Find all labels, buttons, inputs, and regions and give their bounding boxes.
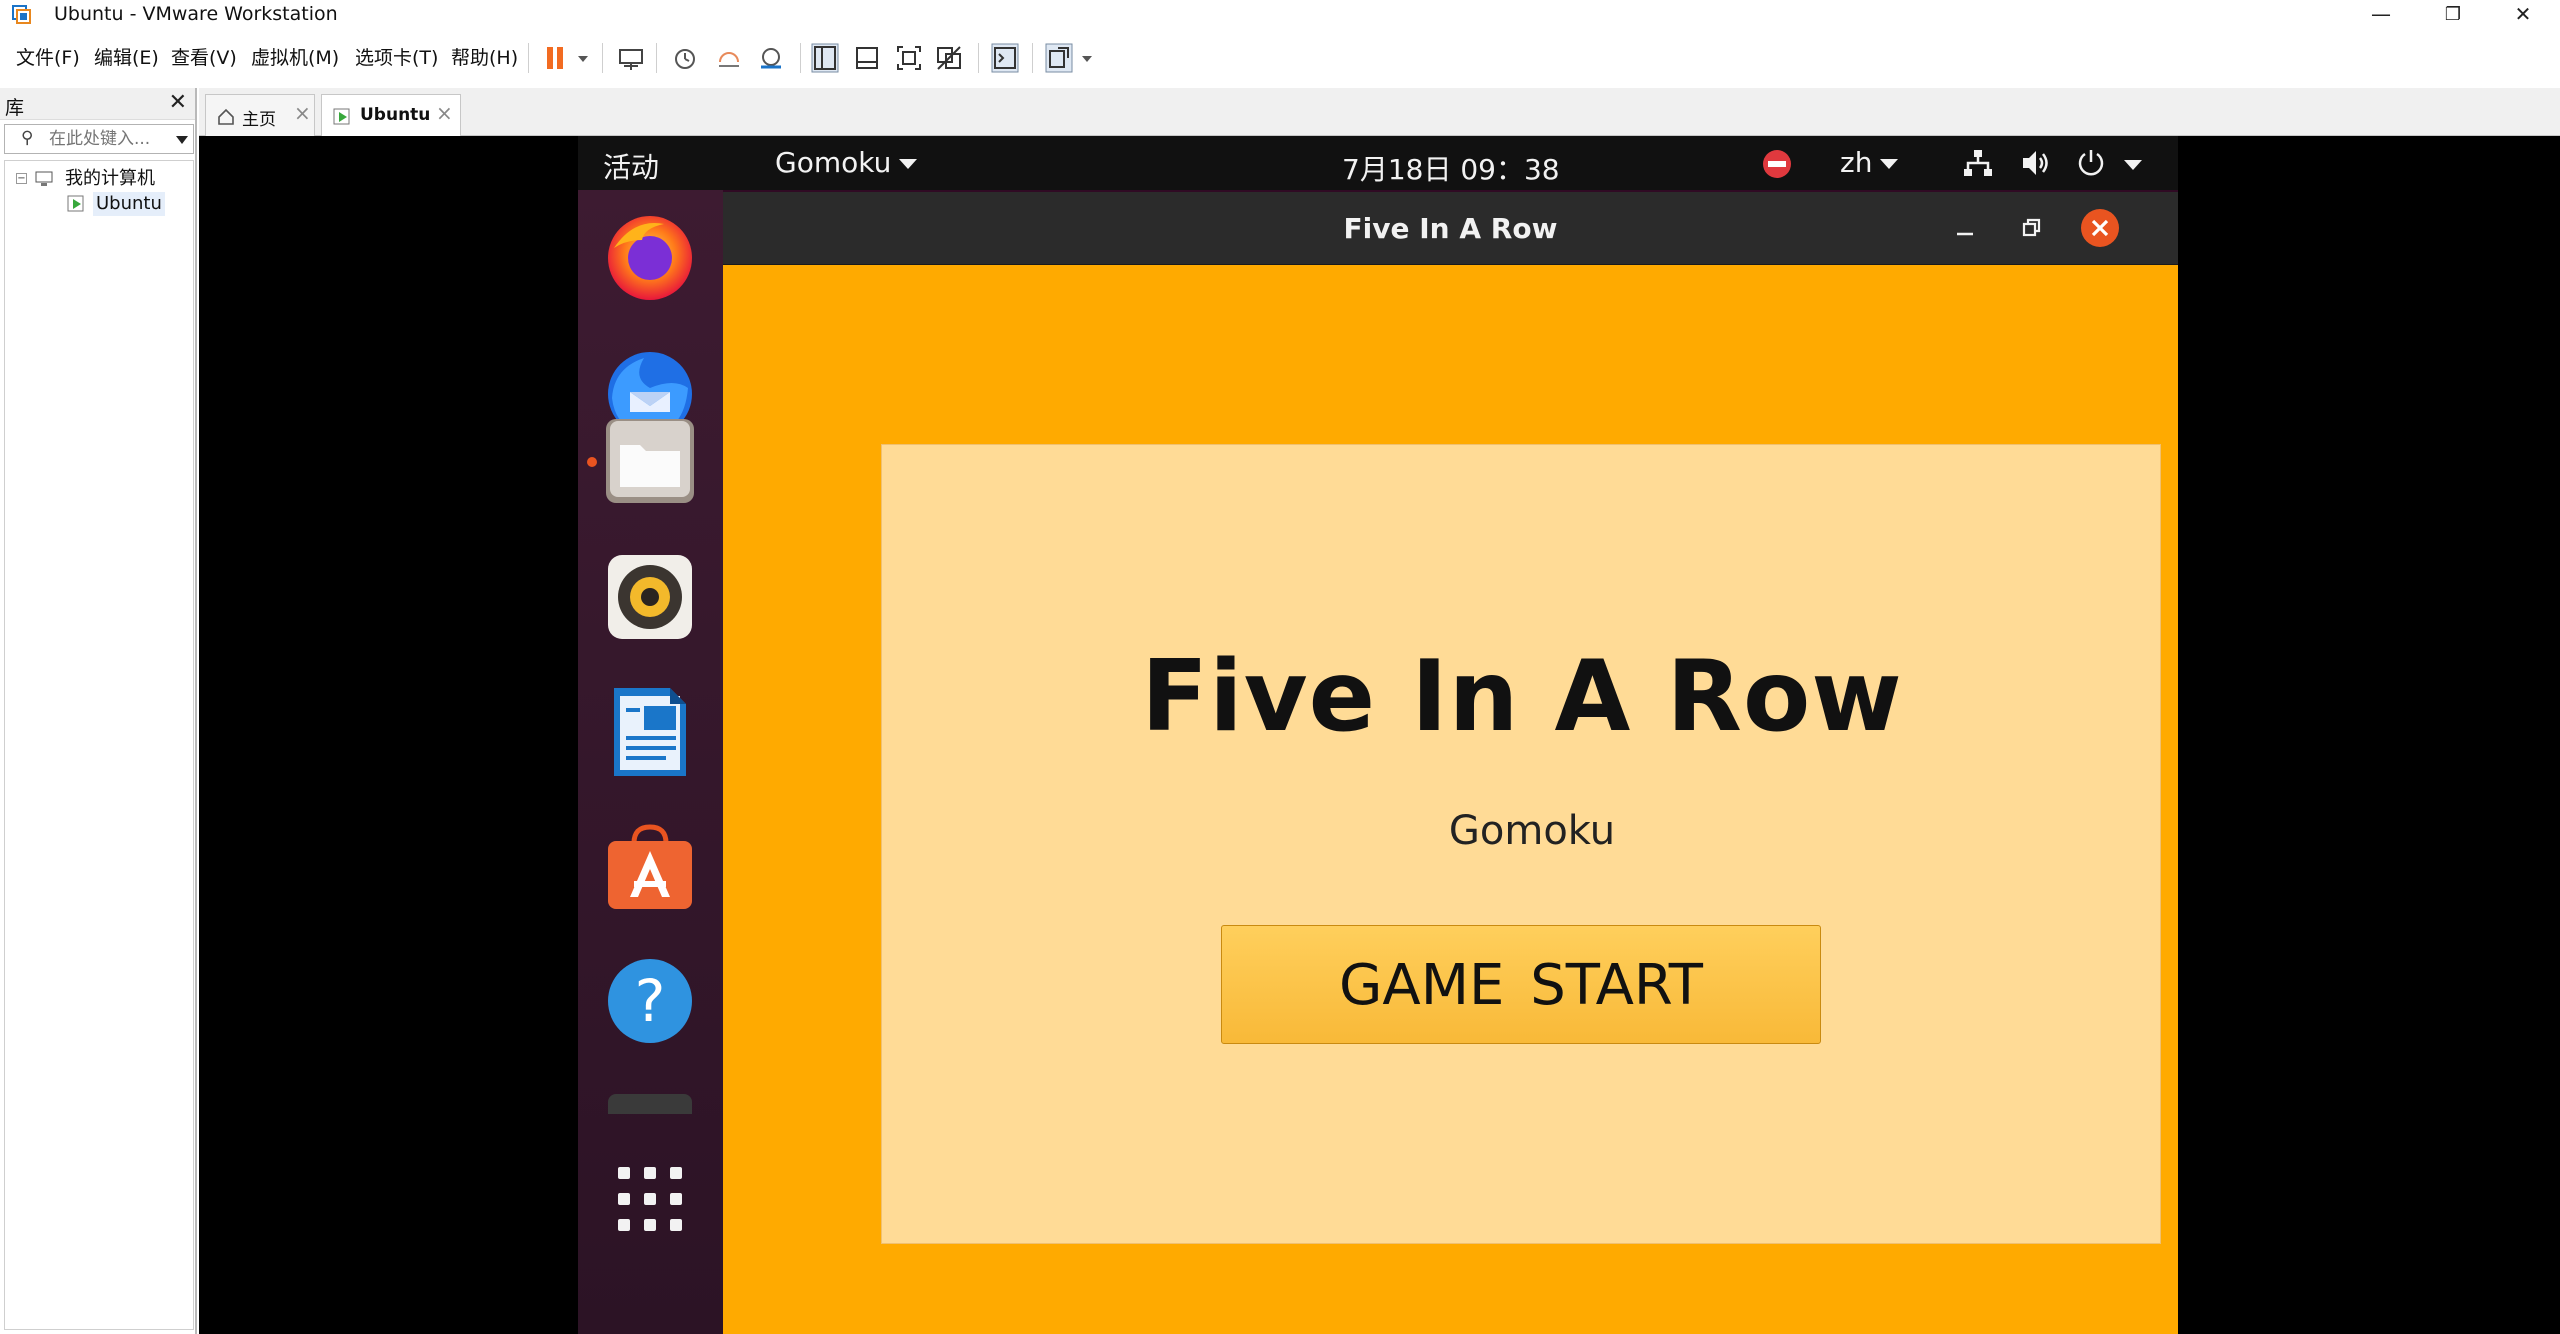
vm-running-icon xyxy=(333,108,350,125)
menu-edit[interactable]: 编辑(E) xyxy=(94,45,159,71)
show-library-icon[interactable] xyxy=(810,42,840,74)
ubuntu-dock: ? xyxy=(578,190,723,1334)
tree-item-ubuntu[interactable]: Ubuntu xyxy=(93,192,165,216)
library-close-button[interactable]: ✕ xyxy=(169,90,187,115)
pause-icon[interactable] xyxy=(542,42,572,74)
help-icon[interactable]: ? xyxy=(604,955,696,1047)
power-icon[interactable] xyxy=(2076,147,2106,177)
game-subtitle: Gomoku xyxy=(1448,808,1616,854)
console-view-icon[interactable] xyxy=(990,42,1020,74)
tree-expander[interactable]: − xyxy=(16,173,27,184)
game-window: Five In A Row Five In A Row Gomoku GAME … xyxy=(723,192,2178,1334)
unity-icon[interactable] xyxy=(934,42,964,74)
start-panel: Five In A Row Gomoku GAME START xyxy=(881,444,2161,1244)
tab-home-label: 主页 xyxy=(242,110,276,130)
minimize-button[interactable]: — xyxy=(2346,0,2416,29)
language-selector[interactable]: zh xyxy=(1840,146,1899,179)
tab-ubuntu-label: Ubuntu xyxy=(360,105,431,125)
pause-dropdown-arrow[interactable] xyxy=(578,56,588,62)
ubuntu-desktop[interactable]: 活动 Gomoku 7月18日 09：38 zh ? Five In A Row… xyxy=(578,136,2178,1334)
computer-icon xyxy=(35,171,53,186)
stretch-guest-icon[interactable] xyxy=(1044,42,1074,74)
tab-ubuntu-close-icon[interactable]: × xyxy=(436,101,453,125)
snapshot-manager-icon[interactable] xyxy=(756,42,786,74)
window-title: Ubuntu - VMware Workstation xyxy=(54,3,338,25)
toolbar-separator xyxy=(602,43,603,73)
vmware-app-icon xyxy=(12,5,31,24)
show-applications-icon[interactable] xyxy=(604,1153,696,1245)
toolbar-separator xyxy=(800,43,801,73)
toolbar-separator xyxy=(1032,43,1033,73)
ubuntu-software-icon[interactable] xyxy=(604,821,696,913)
network-wired-icon[interactable] xyxy=(1962,148,1994,178)
menu-view[interactable]: 查看(V) xyxy=(171,45,237,71)
revert-snapshot-icon[interactable] xyxy=(714,42,744,74)
home-icon xyxy=(218,108,234,125)
system-menu-caret-icon[interactable] xyxy=(2124,160,2142,170)
libreoffice-writer-icon[interactable] xyxy=(604,686,696,778)
tab-home-close-icon[interactable]: × xyxy=(294,101,311,125)
menu-help[interactable]: 帮助(H) xyxy=(451,45,518,71)
search-dropdown-arrow[interactable] xyxy=(176,136,188,144)
search-icon: ⚲ xyxy=(21,128,34,148)
app-menu-button[interactable]: Gomoku xyxy=(775,146,918,179)
game-heading: Five In A Row xyxy=(1141,640,1903,754)
menu-file[interactable]: 文件(F) xyxy=(16,45,80,71)
tab-ubuntu[interactable]: Ubuntu × xyxy=(321,94,461,137)
toolbar-separator xyxy=(978,43,979,73)
firefox-icon[interactable] xyxy=(604,210,696,302)
send-ctrl-alt-del-icon[interactable] xyxy=(616,42,646,74)
svg-text:?: ? xyxy=(635,967,666,1035)
terminal-icon[interactable] xyxy=(604,1090,696,1114)
clock[interactable]: 7月18日 09：38 xyxy=(1342,148,1560,188)
thumbnail-bar-icon[interactable] xyxy=(852,42,882,74)
files-icon[interactable] xyxy=(604,415,696,507)
vm-display[interactable]: 活动 Gomoku 7月18日 09：38 zh ? Five In A Row… xyxy=(199,136,2560,1334)
menu-tabs[interactable]: 选项卡(T) xyxy=(355,45,438,71)
game-window-headerbar: Five In A Row xyxy=(723,192,2178,265)
tab-home[interactable]: 主页 × xyxy=(205,94,315,136)
full-screen-icon[interactable] xyxy=(894,42,924,74)
menu-toolbar: 文件(F) 编辑(E) 查看(V) 虚拟机(M) 选项卡(T) 帮助(H) xyxy=(0,29,2560,87)
toolbar-separator xyxy=(656,43,657,73)
library-pane: 库 ✕ ⚲ − 我的计算机 Ubuntu xyxy=(0,88,197,1334)
window-restore-icon[interactable] xyxy=(2011,208,2051,248)
stretch-dropdown-arrow[interactable] xyxy=(1082,56,1092,62)
window-titlebar: Ubuntu - VMware Workstation — ❐ ✕ xyxy=(0,0,2560,29)
app-menu-label: Gomoku xyxy=(775,146,892,179)
language-label: zh xyxy=(1840,146,1873,179)
ubuntu-top-bar: 活动 Gomoku 7月18日 09：38 zh xyxy=(578,136,2178,190)
language-caret-icon xyxy=(1880,159,1899,169)
window-close-icon[interactable] xyxy=(2078,206,2122,250)
library-title: 库 xyxy=(5,97,25,119)
activities-button[interactable]: 活动 xyxy=(603,146,659,186)
app-menu-caret-icon xyxy=(899,159,918,169)
running-indicator xyxy=(587,457,597,467)
snapshot-icon[interactable] xyxy=(670,42,700,74)
library-search-box[interactable]: ⚲ xyxy=(4,124,194,154)
menu-vm[interactable]: 虚拟机(M) xyxy=(251,45,339,71)
toolbar-separator xyxy=(528,43,529,73)
window-minimize-icon[interactable] xyxy=(1945,208,1985,248)
game-start-button[interactable]: GAME START xyxy=(1221,925,1821,1044)
volume-icon[interactable] xyxy=(2020,148,2054,178)
library-header: 库 ✕ xyxy=(0,88,195,120)
library-search-input[interactable] xyxy=(49,127,164,151)
close-button[interactable]: ✕ xyxy=(2488,0,2558,29)
library-tree: − 我的计算机 Ubuntu xyxy=(4,160,194,1330)
tab-strip: 主页 × Ubuntu × xyxy=(199,88,2560,137)
tree-item-my-computer[interactable]: 我的计算机 xyxy=(65,167,155,191)
rhythmbox-icon[interactable] xyxy=(604,551,696,643)
vm-running-icon xyxy=(67,195,84,212)
restore-button[interactable]: ❐ xyxy=(2418,0,2488,29)
do-not-disturb-icon[interactable] xyxy=(1762,149,1792,179)
